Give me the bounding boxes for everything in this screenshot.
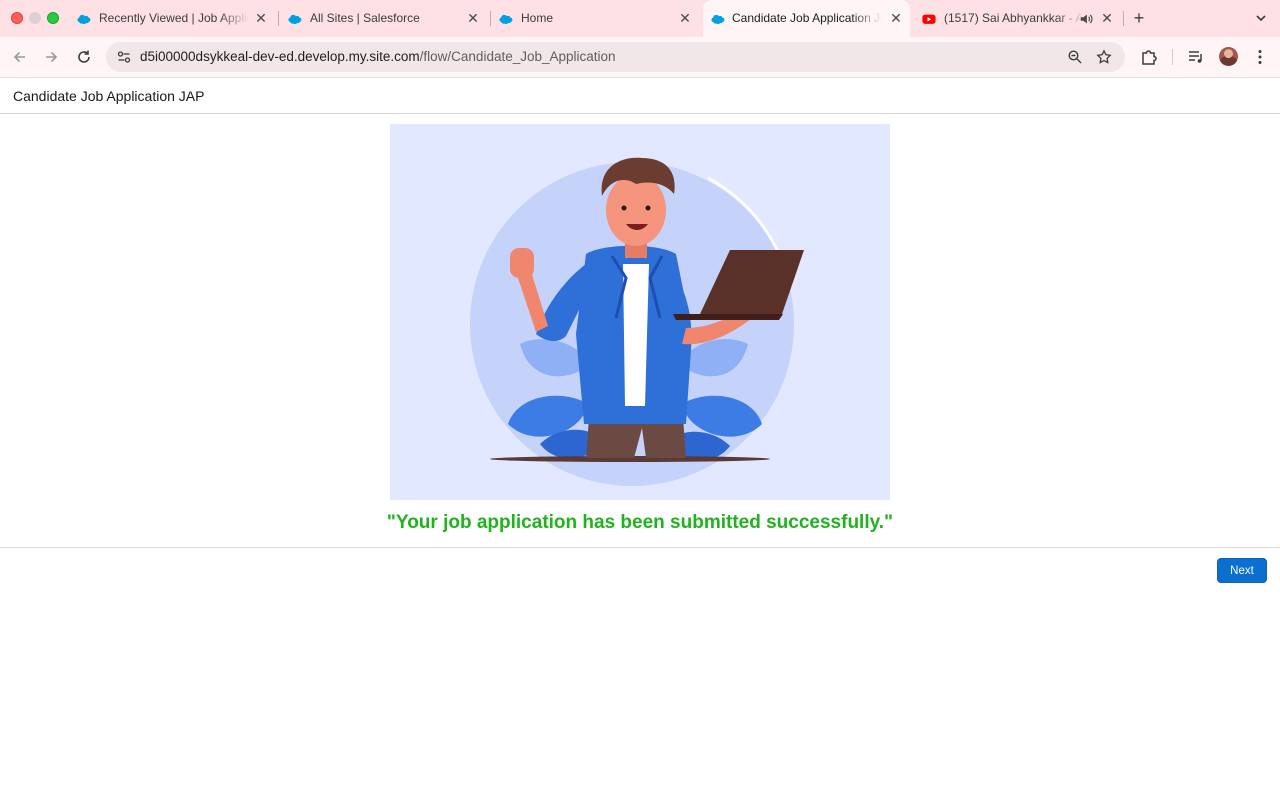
youtube-icon [922, 14, 936, 24]
close-tab-icon[interactable]: ✕ [1099, 10, 1115, 26]
more-menu-icon[interactable] [1250, 47, 1270, 67]
window-zoom-button[interactable] [47, 12, 59, 24]
tab-title: All Sites | Salesforce [310, 11, 420, 25]
tab-title: (1517) Sai Abhyankkar - A [944, 11, 1084, 25]
new-tab-button[interactable]: + [1130, 9, 1148, 27]
window-close-button[interactable] [11, 12, 23, 24]
back-arrow-icon[interactable] [10, 47, 30, 67]
site-info-icon[interactable] [116, 49, 132, 65]
close-tab-icon[interactable]: ✕ [677, 10, 693, 26]
salesforce-cloud-icon [711, 14, 725, 25]
tab-separator [278, 11, 279, 26]
page-title: Candidate Job Application JAP [13, 88, 205, 104]
tab-search-chevron-icon[interactable] [1252, 9, 1270, 27]
tab-separator [490, 11, 491, 26]
success-illustration [390, 124, 890, 500]
tab-title: Candidate Job Application JA [732, 11, 882, 25]
tab-separator [1123, 11, 1124, 26]
zoom-icon[interactable] [1067, 49, 1083, 65]
close-tab-icon[interactable]: ✕ [465, 10, 481, 26]
close-tab-icon[interactable]: ✕ [253, 10, 269, 26]
success-message: "Your job application has been submitted… [386, 512, 894, 533]
browser-tab-youtube[interactable]: (1517) Sai Abhyankkar - A ✕ [922, 0, 1120, 37]
footer-divider [0, 547, 1280, 548]
window-minimize-button[interactable] [29, 12, 41, 24]
browser-toolbar: d5i00000dsykkeal-dev-ed.develop.my.site.… [0, 37, 1280, 78]
url-host: d5i00000dsykkeal-dev-ed.develop.my.site.… [140, 49, 420, 64]
toolbar-separator [1172, 49, 1173, 65]
browser-tab-candidate-job-application[interactable]: Candidate Job Application JA ✕ [703, 0, 910, 37]
profile-avatar[interactable] [1219, 47, 1238, 66]
extensions-puzzle-icon[interactable] [1139, 47, 1159, 67]
media-queue-icon[interactable] [1186, 47, 1206, 67]
salesforce-cloud-icon [77, 14, 91, 25]
reload-icon[interactable] [74, 47, 94, 67]
browser-tab-recently-viewed[interactable]: Recently Viewed | Job Applic ✕ [77, 0, 269, 37]
browser-tabstrip: Recently Viewed | Job Applic ✕ All Sites… [0, 0, 1280, 37]
speaker-icon[interactable] [1079, 12, 1093, 26]
tab-title: Home [521, 11, 554, 25]
salesforce-cloud-icon [499, 14, 513, 25]
url-path: /flow/Candidate_Job_Application [419, 49, 616, 64]
tab-title: Recently Viewed | Job Applic [99, 11, 249, 25]
bookmark-star-icon[interactable] [1096, 49, 1112, 65]
forward-arrow-icon[interactable] [41, 47, 61, 67]
browser-tab-all-sites[interactable]: All Sites | Salesforce ✕ [288, 0, 480, 37]
next-button[interactable]: Next [1217, 558, 1267, 583]
url-text[interactable]: d5i00000dsykkeal-dev-ed.develop.my.site.… [140, 49, 616, 64]
salesforce-cloud-icon [288, 14, 302, 25]
browser-tab-home[interactable]: Home ✕ [499, 0, 699, 37]
close-tab-icon[interactable]: ✕ [888, 10, 904, 26]
address-bar[interactable]: d5i00000dsykkeal-dev-ed.develop.my.site.… [106, 42, 1125, 72]
page-header: Candidate Job Application JAP [0, 78, 1280, 114]
